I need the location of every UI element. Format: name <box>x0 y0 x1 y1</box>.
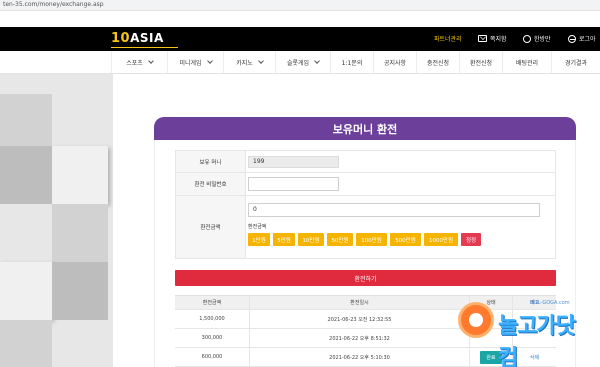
site-logo[interactable]: 10ASIA <box>111 31 164 46</box>
nav-label: 미니게임 <box>179 59 202 67</box>
nav-label: 슬롯게임 <box>286 59 310 67</box>
cell-amount: 1,500,000 <box>175 310 250 328</box>
bg-cube <box>0 262 52 320</box>
page-title: 보유머니 환전 <box>332 122 398 136</box>
bg-cube <box>52 146 108 204</box>
nav-item-deposit[interactable]: 충전신청 <box>416 51 459 73</box>
cell-amount: 300,000 <box>175 329 250 347</box>
nav-item-inquiry[interactable]: 1:1문의 <box>330 51 373 73</box>
cell-amount: 600,000 <box>175 348 250 366</box>
bg-cube <box>0 94 52 146</box>
logout-link[interactable]: 로그아 <box>568 34 596 43</box>
amount-100k-button[interactable]: 10만원 <box>298 233 324 246</box>
password-row: 환전 비밀번호 <box>176 173 555 196</box>
bg-cube <box>52 204 108 262</box>
amount-500k-button[interactable]: 50만원 <box>327 233 353 246</box>
amount-10k-button[interactable]: 1만원 <box>248 233 270 246</box>
user-link-label: 한방만 <box>534 36 551 43</box>
bg-cube <box>0 320 52 367</box>
nav-item-sports[interactable]: 스포츠 <box>111 51 167 73</box>
nav-label: 공지사항 <box>383 59 407 67</box>
main-nav: 스포츠 미니게임 카지노 슬롯게임 1:1문의 공지사항 충전신청 환전신청 배… <box>0 51 600 74</box>
bg-cube <box>52 262 108 320</box>
nav-label: 1:1문의 <box>341 59 363 67</box>
decorative-background <box>0 74 113 367</box>
logo-number: 10 <box>111 31 131 46</box>
browser-url-bar[interactable]: ten-35.com/money/exchange.asp <box>0 0 600 11</box>
nav-label: 충전신청 <box>426 59 450 67</box>
message-link[interactable]: 쪽지함 <box>478 34 507 43</box>
top-header: 10ASIA 파트너관리 쪽지함 한방만 로그아 <box>0 27 600 51</box>
chevron-down-icon <box>206 57 213 64</box>
reset-amount-button[interactable]: 정정 <box>461 233 481 246</box>
logout-link-label: 로그아 <box>579 36 596 43</box>
amount-field[interactable]: 0 <box>248 203 540 217</box>
nav-item-notice[interactable]: 공지사항 <box>373 51 416 73</box>
amount-1m-button[interactable]: 100만원 <box>356 233 387 246</box>
chevron-down-icon <box>147 57 154 64</box>
amount-caption: 환전금액 <box>248 224 267 230</box>
nav-item-withdraw[interactable]: 환전신청 <box>459 51 502 73</box>
cell-datetime: 2021-06-22 오후 8:51:32 <box>250 329 470 347</box>
nav-label: 경기결과 <box>564 59 588 67</box>
amount-5m-button[interactable]: 500만원 <box>390 233 421 246</box>
message-link-label: 쪽지함 <box>490 36 507 43</box>
nav-item-casino[interactable]: 카지노 <box>223 51 275 73</box>
url-text: ten-35.com/money/exchange.asp <box>3 1 104 8</box>
nav-item-slot[interactable]: 슬롯게임 <box>275 51 330 73</box>
watermark-url: NOL-GOGA.com <box>530 300 570 306</box>
logo-underline <box>111 47 178 48</box>
amount-50k-button[interactable]: 5만원 <box>273 233 295 246</box>
nav-item-minigame[interactable]: 미니게임 <box>167 51 223 73</box>
nav-item-betting[interactable]: 배팅관리 <box>502 51 551 73</box>
amount-10m-button[interactable]: 1000만원 <box>424 233 458 246</box>
user-icon <box>523 34 531 43</box>
chevron-down-icon <box>314 57 320 64</box>
nav-label: 스포츠 <box>126 59 143 67</box>
col-header-datetime: 환전일시 <box>250 296 470 309</box>
watermark-logo: NOL-GOGA.com 놀고가닷컴 <box>458 296 590 367</box>
panel-header: 보유머니 환전 <box>154 117 576 140</box>
amount-label: 환전금액 <box>176 196 246 258</box>
bg-cube <box>0 146 52 204</box>
soccer-ball-icon <box>458 302 494 338</box>
money-value: 199 <box>248 156 339 168</box>
exchange-form: 보유 머니 199 환전 비밀번호 환전금액 0 환전금액 1만원 5만원 10… <box>175 150 556 259</box>
nav-label: 환전신청 <box>469 59 493 67</box>
mail-icon <box>478 35 487 42</box>
password-field[interactable] <box>248 177 339 191</box>
chevron-down-icon <box>257 57 264 64</box>
password-label: 환전 비밀번호 <box>176 173 246 195</box>
nav-label: 카지노 <box>236 59 253 67</box>
partner-link-label: 파트너관리 <box>434 36 462 43</box>
money-label: 보유 머니 <box>176 151 246 172</box>
cell-datetime: 2021-06-22 오후 5:10:30 <box>250 348 470 366</box>
money-row: 보유 머니 199 <box>176 151 555 173</box>
nav-item-results[interactable]: 경기결과 <box>551 51 600 73</box>
watermark-text: 놀고가닷컴 <box>498 314 576 367</box>
user-link[interactable]: 한방만 <box>523 34 551 43</box>
logout-icon <box>568 34 576 43</box>
nav-label: 배팅관리 <box>515 59 539 67</box>
partner-link[interactable]: 파트너관리 <box>434 34 462 43</box>
col-header-amount: 환전금액 <box>175 296 250 309</box>
logo-word: ASIA <box>130 31 164 45</box>
submit-exchange-button[interactable]: 환전하기 <box>175 270 556 286</box>
cell-datetime: 2021-06-23 오전 12:32:55 <box>250 310 470 328</box>
amount-button-group: 1만원 5만원 10만원 50만원 100만원 500만원 1000만원 정정 <box>248 233 481 246</box>
amount-row: 환전금액 0 환전금액 1만원 5만원 10만원 50만원 100만원 500만… <box>176 196 555 258</box>
